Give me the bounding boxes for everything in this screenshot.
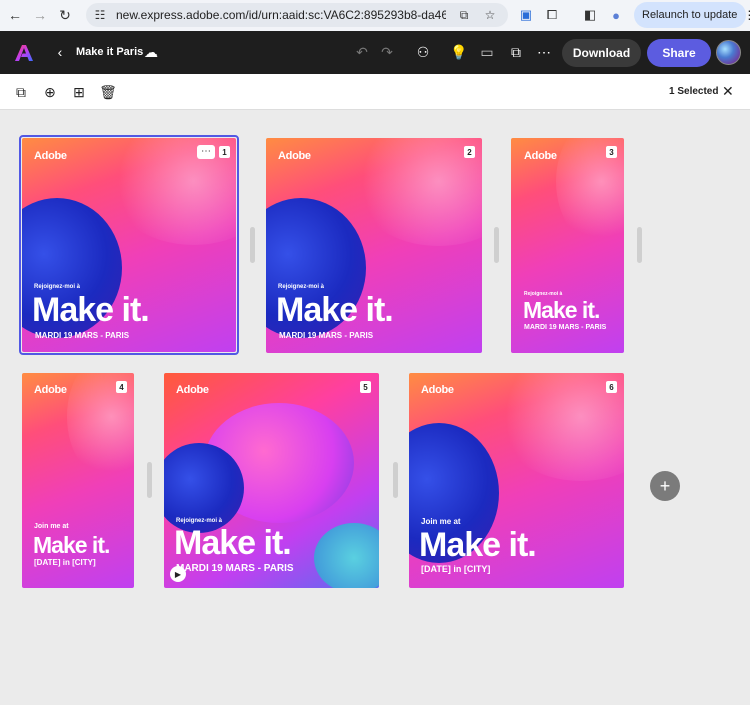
selected-count: 1 Selected: [669, 86, 719, 97]
kicker-text: Rejoignez-moi à: [34, 284, 81, 290]
page-thumbnail-4[interactable]: Adobe Join me at Make it. [DATE] in [CIT…: [22, 373, 134, 588]
forward-icon[interactable]: →: [31, 6, 49, 24]
teal-shape: [314, 523, 379, 588]
extension-icon[interactable]: ▣: [517, 6, 535, 24]
subline-text: MARDI 19 MARS - PARIS: [176, 563, 294, 574]
avatar[interactable]: [716, 40, 741, 65]
bookmark-star-icon[interactable]: ☆: [482, 7, 498, 23]
cloud-icon[interactable]: ☁: [141, 44, 161, 60]
relaunch-label: Relaunch to update: [642, 9, 738, 21]
url-text: new.express.adobe.com/id/urn:aaid:sc:VA6…: [116, 8, 446, 22]
background-glow: [107, 138, 236, 245]
copy-page-icon[interactable]: ⊞: [70, 83, 88, 101]
play-icon[interactable]: ▶: [170, 566, 186, 582]
back-icon[interactable]: ←: [6, 6, 24, 24]
kicker-text: Join me at: [34, 523, 69, 530]
page-more-button[interactable]: ⋯: [197, 145, 215, 159]
page-thumbnail-6[interactable]: Adobe Join me at Make it. [DATE] in [CIT…: [409, 373, 624, 588]
address-bar[interactable]: ☷ new.express.adobe.com/id/urn:aaid:sc:V…: [86, 3, 508, 27]
redo-icon[interactable]: ↷: [378, 44, 396, 60]
app-header: ‹ Make it Paris ☁ ↶ ↷ ⚇ 💡 ▭ ⧉ ⋯ Download…: [0, 31, 750, 74]
page-thumbnail-3[interactable]: Adobe Rejoignez-moi à Make it. MARDI 19 …: [511, 138, 624, 353]
share-button[interactable]: Share: [647, 39, 711, 67]
add-page-icon[interactable]: ⊕: [41, 83, 59, 101]
invite-collaborator-icon[interactable]: ⚇: [414, 44, 432, 60]
resize-handle[interactable]: [494, 227, 499, 263]
subline-text: [DATE] in [CITY]: [421, 564, 491, 574]
headline-text: Make it.: [276, 291, 394, 329]
page-number-badge: 1: [219, 146, 230, 158]
puzzle-extensions-icon[interactable]: ⧠: [543, 6, 561, 24]
subline-text: MARDI 19 MARS - PARIS: [35, 331, 130, 340]
page-thumbnail-2[interactable]: Adobe Rejoignez-moi à Make it. MARDI 19 …: [266, 138, 482, 353]
comment-icon[interactable]: ▭: [478, 44, 496, 60]
menu-dots-icon: ⋮: [743, 8, 750, 22]
side-panel-icon[interactable]: ◧: [581, 6, 599, 24]
background-glow: [495, 373, 624, 481]
headline-text: Make it.: [32, 291, 150, 329]
add-page-button[interactable]: +: [650, 471, 680, 501]
lightbulb-icon[interactable]: 💡: [450, 44, 468, 60]
browser-toolbar: ← → ↻ ☷ new.express.adobe.com/id/urn:aai…: [0, 0, 750, 31]
cast-icon[interactable]: ⧉: [456, 7, 472, 23]
kicker-text: Rejoignez-moi à: [278, 284, 325, 290]
resize-handle[interactable]: [637, 227, 642, 263]
page-number-badge: 6: [606, 381, 617, 393]
resize-handle[interactable]: [250, 227, 255, 263]
download-button[interactable]: Download: [562, 39, 641, 67]
page-thumbnail-5[interactable]: Adobe Rejoignez-moi à Make it. MARDI 19 …: [164, 373, 379, 588]
page-number-badge: 2: [464, 146, 475, 158]
adobe-logo-text: Adobe: [278, 150, 311, 162]
adobe-logo-text: Adobe: [34, 384, 67, 396]
site-info-icon[interactable]: ☷: [92, 7, 108, 23]
pages-canvas: Adobe Rejoignez-moi à Make it. MARDI 19 …: [0, 110, 750, 705]
headline-text: Make it.: [523, 297, 600, 323]
profile-icon[interactable]: ●: [607, 6, 625, 24]
page-number-badge: 5: [360, 381, 371, 393]
more-options-icon[interactable]: ⋯: [535, 44, 553, 60]
close-selection-icon[interactable]: ✕: [722, 83, 734, 100]
document-title[interactable]: Make it Paris: [76, 44, 143, 60]
adobe-express-logo-icon[interactable]: [12, 42, 36, 64]
delete-page-icon[interactable]: 🗑: [99, 83, 117, 101]
subline-text: MARDI 19 MARS - PARIS: [279, 331, 374, 340]
subline-text: MARDI 19 MARS - PARIS: [524, 324, 607, 331]
resize-handle[interactable]: [393, 462, 398, 498]
duplicate-page-icon[interactable]: ⧉: [12, 83, 30, 101]
reload-icon[interactable]: ↻: [56, 6, 74, 24]
background-glow: [352, 138, 482, 246]
present-icon[interactable]: ⧉: [507, 44, 525, 60]
adobe-logo-text: Adobe: [176, 384, 209, 396]
back-chevron-icon[interactable]: ‹: [52, 44, 68, 60]
headline-text: Make it.: [419, 526, 537, 564]
page-number-badge: 3: [606, 146, 617, 158]
headline-text: Make it.: [174, 524, 292, 562]
page-toolbar: ⧉ ⊕ ⊞ 🗑 1 Selected ✕: [0, 74, 750, 110]
undo-icon[interactable]: ↶: [353, 44, 371, 60]
adobe-logo-text: Adobe: [524, 150, 557, 162]
kicker-text: Join me at: [421, 517, 461, 526]
resize-handle[interactable]: [147, 462, 152, 498]
page-number-badge: 4: [116, 381, 127, 393]
subline-text: [DATE] in [CITY]: [34, 558, 96, 567]
page-thumbnail-1[interactable]: Adobe Rejoignez-moi à Make it. MARDI 19 …: [22, 138, 236, 352]
adobe-logo-text: Adobe: [421, 384, 454, 396]
relaunch-button[interactable]: Relaunch to update ⋮: [634, 2, 750, 28]
headline-text: Make it.: [33, 532, 110, 558]
adobe-logo-text: Adobe: [34, 150, 67, 162]
